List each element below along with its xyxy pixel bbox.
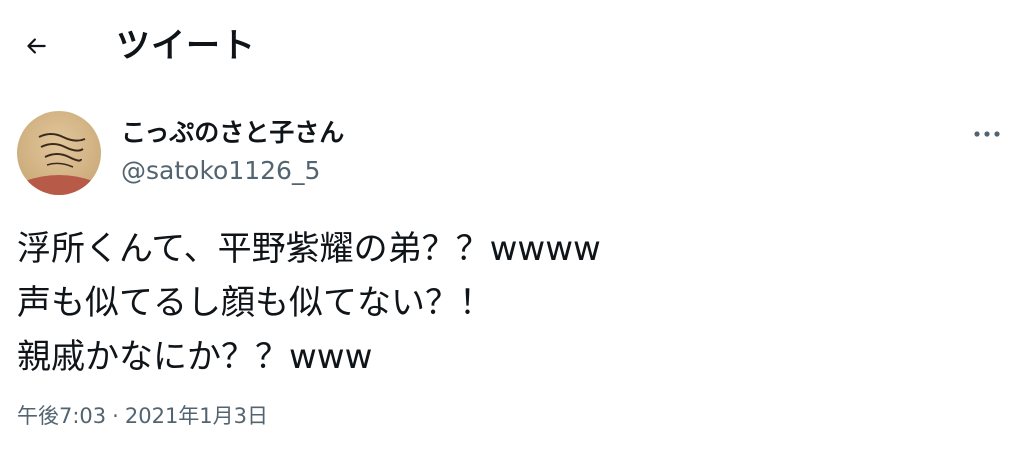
top-bar: ツイート bbox=[0, 0, 1024, 90]
more-horizontal-icon bbox=[974, 131, 1000, 137]
tweet-timestamp: 午後7:03 · 2021年1月3日 bbox=[17, 401, 268, 431]
more-options-button[interactable] bbox=[962, 116, 1012, 152]
tweet-detail-page: ツイート こっぷのさと子さん @satoko1126_5 浮所くんて、平野紫耀の… bbox=[0, 0, 1024, 457]
arrow-left-icon bbox=[27, 38, 46, 54]
separator-dot: · bbox=[112, 404, 119, 428]
tweet-date-link[interactable]: 2021年1月3日 bbox=[125, 404, 268, 428]
author-display-name[interactable]: こっぷのさと子さん bbox=[121, 116, 344, 150]
tweet-text-line: 親戚かなにか？？www bbox=[17, 337, 373, 377]
back-button[interactable] bbox=[14, 24, 58, 68]
avatar[interactable] bbox=[17, 111, 101, 195]
tweet-text-line: 浮所くんて、平野紫耀の弟？？wwww bbox=[17, 229, 601, 269]
author-handle[interactable]: @satoko1126_5 bbox=[121, 154, 320, 188]
tweet-text-line: 声も似てるし顔も似てない？！ bbox=[17, 283, 493, 323]
profile-avatar bbox=[17, 111, 101, 195]
page-title: ツイート bbox=[116, 26, 256, 66]
tweet-time-link[interactable]: 午後7:03 bbox=[17, 404, 106, 428]
tweet-text: 浮所くんて、平野紫耀の弟？？wwww 声も似てるし顔も似てない？！ 親戚かなにか… bbox=[17, 222, 1007, 384]
